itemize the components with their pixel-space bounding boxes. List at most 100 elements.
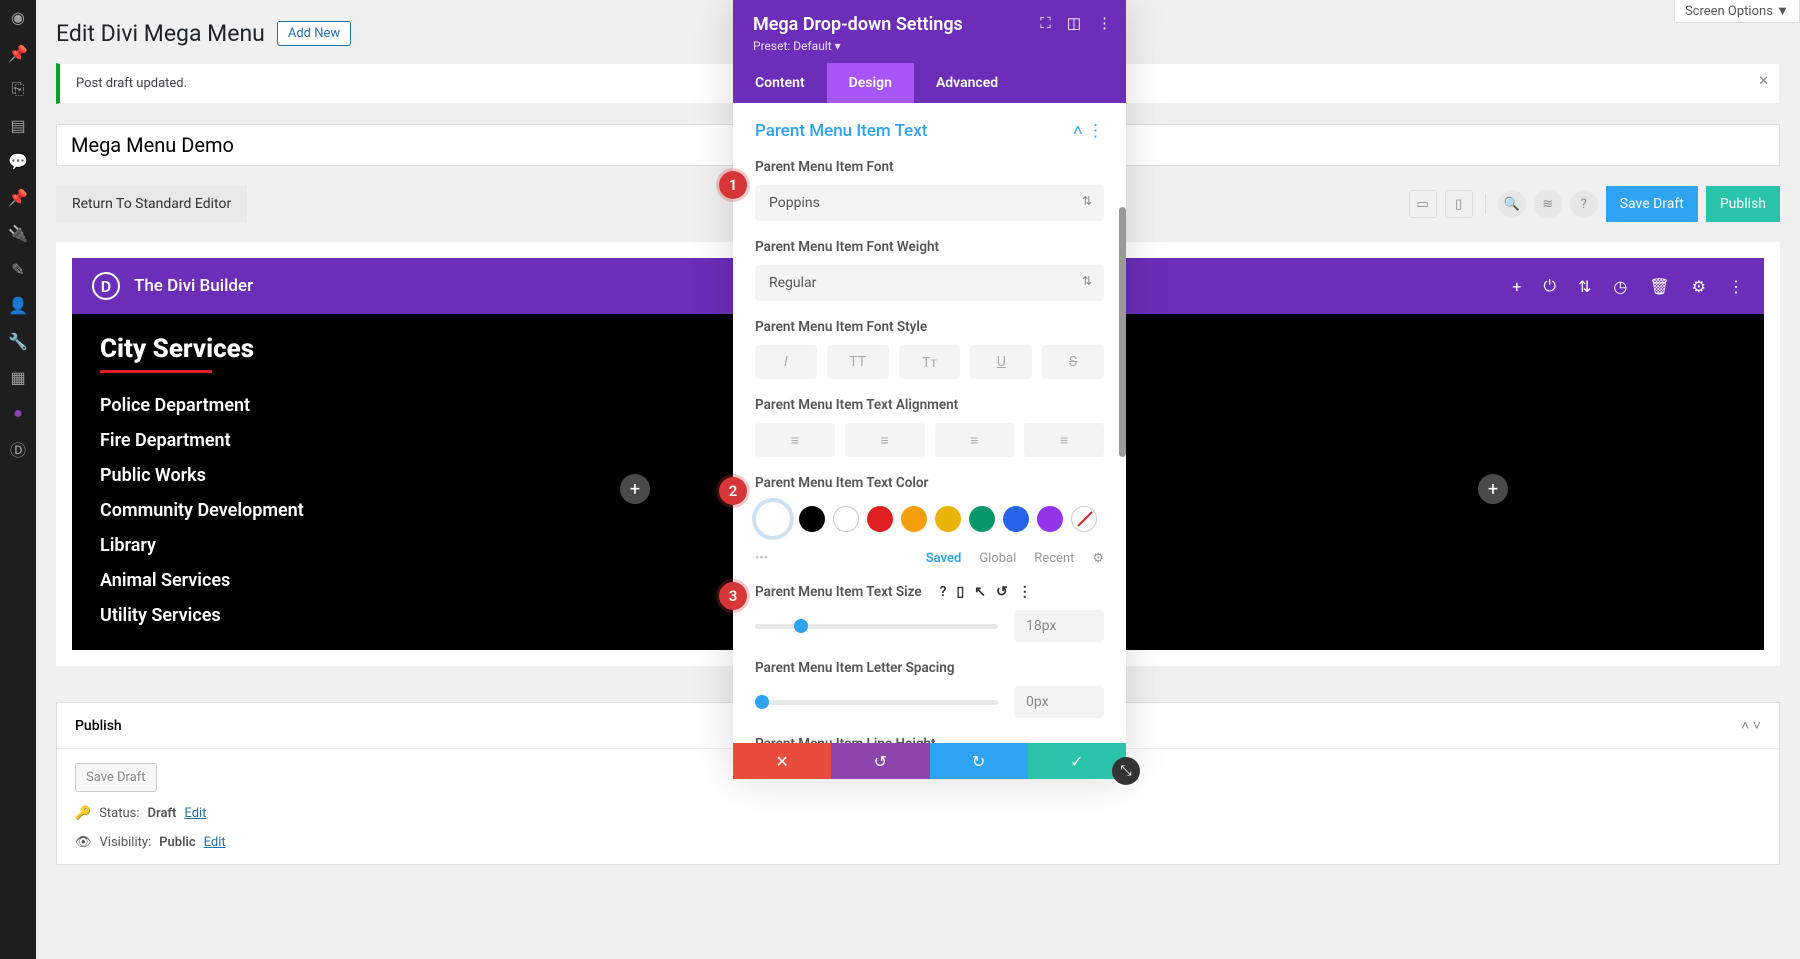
publish-button[interactable]: Publish <box>1706 186 1780 222</box>
layers-icon[interactable]: ≋ <box>1534 190 1562 218</box>
color-swatch[interactable] <box>1037 506 1063 532</box>
italic-button[interactable]: I <box>755 345 817 379</box>
scrollbar[interactable] <box>1119 207 1126 457</box>
return-standard-editor-button[interactable]: Return To Standard Editor <box>56 186 247 222</box>
panel-tabs: Content Design Advanced <box>733 63 1126 103</box>
letter-spacing-value[interactable]: 0px <box>1014 686 1104 718</box>
pin-icon[interactable]: 📌 <box>9 44 27 62</box>
snap-icon[interactable]: ◫ <box>1067 14 1081 32</box>
align-right-button[interactable]: ≡ <box>935 423 1015 457</box>
tab-design[interactable]: Design <box>827 63 914 103</box>
appearance-icon[interactable]: ✎ <box>9 260 27 278</box>
add-module-button[interactable]: + <box>620 474 650 504</box>
letter-spacing-slider[interactable] <box>755 700 998 705</box>
align-center-button[interactable]: ≡ <box>845 423 925 457</box>
plugins-icon[interactable]: 🔌 <box>9 224 27 242</box>
color-tab-saved[interactable]: Saved <box>926 551 962 566</box>
resize-handle-icon[interactable]: ⤡ <box>1112 757 1140 785</box>
metabox-save-draft-button[interactable]: Save Draft <box>75 763 157 792</box>
wp-admin-sidebar: ◉ 📌 ⎘ ▤ 💬 📌 🔌 ✎ 👤 🔧 ▦ ● Ⓓ <box>0 0 36 959</box>
color-tab-recent[interactable]: Recent <box>1034 551 1074 566</box>
hover-icon[interactable]: ↖ <box>974 584 986 600</box>
undo-button[interactable]: ↺ <box>831 743 929 779</box>
trash-icon[interactable]: 🗑 <box>1649 277 1669 296</box>
text-size-value[interactable]: 18px <box>1014 610 1104 642</box>
add-module-button[interactable]: + <box>1478 474 1508 504</box>
metabox-toggles[interactable]: ˄ ˅ <box>1741 717 1761 734</box>
annotation-marker-2: 2 <box>719 477 747 505</box>
save-draft-button[interactable]: Save Draft <box>1606 186 1698 222</box>
media-icon[interactable]: ⎘ <box>9 80 27 98</box>
color-tab-global[interactable]: Global <box>979 551 1016 566</box>
add-icon[interactable]: + <box>1512 277 1521 296</box>
panel-more-icon[interactable]: ⋮ <box>1097 14 1112 32</box>
dashboard-icon[interactable]: ◉ <box>9 8 27 26</box>
font-select[interactable]: Poppins <box>755 185 1104 221</box>
expand-icon[interactable]: ⛶ <box>1040 14 1051 32</box>
history-icon[interactable]: ◷ <box>1613 277 1627 296</box>
weight-select[interactable]: Regular <box>755 265 1104 301</box>
lineheight-label: Parent Menu Item Line Height <box>755 736 1104 743</box>
color-swatch[interactable] <box>935 506 961 532</box>
help-icon[interactable]: ? <box>1570 190 1598 218</box>
color-swatch[interactable] <box>833 506 859 532</box>
panel-footer: ✕ ↺ ↻ ✓ <box>733 743 1126 779</box>
color-swatch-selected[interactable] <box>755 501 791 537</box>
color-swatch[interactable] <box>867 506 893 532</box>
divi-header-title: The Divi Builder <box>134 276 253 296</box>
key-icon: 🔑 <box>75 806 91 821</box>
search-icon[interactable]: 🔍 <box>1498 190 1526 218</box>
d-icon[interactable]: Ⓓ <box>9 440 27 458</box>
tab-content[interactable]: Content <box>733 63 827 103</box>
section-toggles[interactable]: ˄ ⋮ <box>1073 121 1104 141</box>
comments-icon[interactable]: 💬 <box>9 152 27 170</box>
pages-icon[interactable]: ▤ <box>9 116 27 134</box>
align-justify-button[interactable]: ≡ <box>1024 423 1104 457</box>
heading-underline <box>100 370 212 373</box>
visibility-label: Visibility: <box>100 835 152 850</box>
sort-icon[interactable]: ⇅ <box>1578 277 1591 296</box>
section-title[interactable]: Parent Menu Item Text <box>755 121 927 141</box>
tools-icon[interactable]: 🔧 <box>9 332 27 350</box>
power-icon[interactable]: ⏻ <box>1543 276 1556 296</box>
more-icon[interactable]: ⋮ <box>1728 277 1744 296</box>
help-icon[interactable]: ? <box>940 584 947 600</box>
tab-advanced[interactable]: Advanced <box>914 63 1020 103</box>
gear-icon[interactable]: ⚙ <box>1692 277 1706 296</box>
settings-icon[interactable]: ▦ <box>9 368 27 386</box>
spacing-label: Parent Menu Item Letter Spacing <box>755 660 1104 676</box>
responsive-icon[interactable]: ▯ <box>957 584 965 600</box>
strikethrough-button[interactable]: S <box>1042 345 1104 379</box>
color-swatch[interactable] <box>1003 506 1029 532</box>
color-gear-icon[interactable]: ⚙ <box>1092 551 1104 566</box>
desktop-view-icon[interactable]: ▭ <box>1409 190 1437 218</box>
divi-icon[interactable]: ● <box>9 404 27 422</box>
panel-preset[interactable]: Preset: Default ▾ <box>753 39 1106 53</box>
more-colors-icon[interactable]: ••• <box>755 551 768 566</box>
edit-status-link[interactable]: Edit <box>184 806 206 821</box>
mobile-view-icon[interactable]: ▯ <box>1445 190 1473 218</box>
add-new-button[interactable]: Add New <box>277 21 351 46</box>
align-left-button[interactable]: ≡ <box>755 423 835 457</box>
reset-icon[interactable]: ↺ <box>996 584 1008 600</box>
cancel-button[interactable]: ✕ <box>733 743 831 779</box>
edit-visibility-link[interactable]: Edit <box>204 835 226 850</box>
uppercase-button[interactable]: TT <box>827 345 889 379</box>
panel-header: Mega Drop-down Settings Preset: Default … <box>733 0 1126 63</box>
color-swatch[interactable] <box>969 506 995 532</box>
publish-box-title: Publish <box>75 718 122 734</box>
smallcaps-button[interactable]: Tᴛ <box>899 345 961 379</box>
color-swatch[interactable] <box>901 506 927 532</box>
pin2-icon[interactable]: 📌 <box>9 188 27 206</box>
screen-options-toggle[interactable]: Screen Options ▼ <box>1674 0 1800 23</box>
color-swatch[interactable] <box>799 506 825 532</box>
redo-button[interactable]: ↻ <box>930 743 1028 779</box>
color-swatch-none[interactable] <box>1071 506 1097 532</box>
notice-dismiss-icon[interactable]: ✕ <box>1758 74 1769 89</box>
underline-button[interactable]: U <box>970 345 1032 379</box>
style-label: Parent Menu Item Font Style <box>755 319 1104 335</box>
text-size-slider[interactable] <box>755 624 998 629</box>
options-icon[interactable]: ⋮ <box>1018 584 1032 600</box>
font-label: Parent Menu Item Font <box>755 159 1104 175</box>
users-icon[interactable]: 👤 <box>9 296 27 314</box>
